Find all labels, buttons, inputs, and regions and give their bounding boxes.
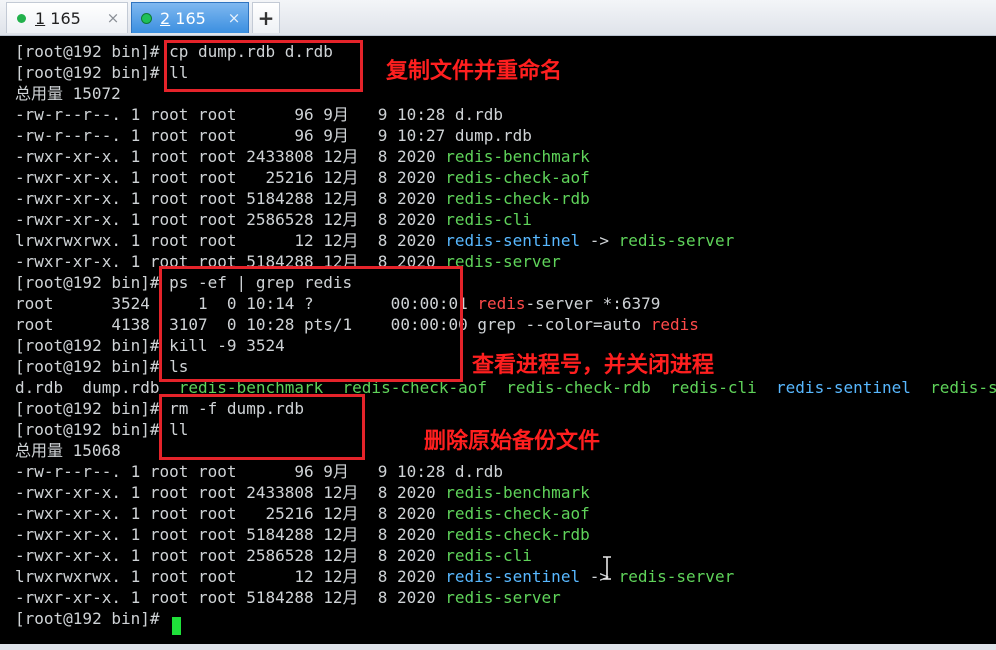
terminal-line: -rw-r--r--. 1 root root 96 9月 9 10:28 d.…: [15, 461, 503, 482]
terminal-line: -rwxr-xr-x. 1 root root 5184288 12月 8 20…: [15, 524, 590, 545]
terminal-line: 总用量 15072: [15, 83, 121, 104]
text-cursor-icon: [603, 556, 611, 580]
terminal-text-segment: redis-check-rdb: [445, 525, 590, 544]
terminal-text-segment: [root@192 bin]#: [15, 609, 170, 628]
highlight-box-delete: [159, 394, 365, 460]
terminal-text-segment: redis-check-rdb: [445, 189, 590, 208]
annotation-check-kill: 查看进程号，并关闭进程: [472, 353, 715, 378]
terminal-text-segment: -rwxr-xr-x. 1 root root 25216 12月 8 2020: [15, 168, 446, 187]
connected-dot-icon: [17, 13, 26, 23]
terminal-text-segment: -rwxr-xr-x. 1 root root 5184288 12月 8 20…: [15, 189, 446, 208]
terminal-cursor: [172, 617, 181, 635]
terminal-text-segment: lrwxrwxrwx. 1 root root 12 12月 8 2020: [15, 231, 446, 250]
terminal-text-segment: redis: [650, 315, 699, 334]
terminal-line: -rwxr-xr-x. 1 root root 2586528 12月 8 20…: [15, 545, 532, 566]
terminal-text-segment: -rwxr-xr-x. 1 root root 5184288 12月 8 20…: [15, 588, 446, 607]
terminal-text-segment: redis-server: [930, 378, 996, 397]
terminal-text-segment: ->: [580, 231, 619, 250]
terminal-line: 总用量 15068: [15, 440, 121, 461]
terminal-line: lrwxrwxrwx. 1 root root 12 12月 8 2020 re…: [15, 566, 734, 587]
terminal-text-segment: -rwxr-xr-x. 1 root root 2586528 12月 8 20…: [15, 210, 446, 229]
terminal-line: -rwxr-xr-x. 1 root root 2586528 12月 8 20…: [15, 209, 532, 230]
terminal-text-segment: redis-cli: [670, 378, 757, 397]
tab-session-2[interactable]: 2 165 ×: [131, 2, 249, 33]
terminal-line: -rwxr-xr-x. 1 root root 2433808 12月 8 20…: [15, 146, 590, 167]
terminal-text-segment: redis-server: [618, 231, 735, 250]
terminal-line: [root@192 bin]#: [15, 608, 169, 629]
terminal-text-segment: redis-server: [445, 588, 561, 607]
terminal-line: -rwxr-xr-x. 1 root root 25216 12月 8 2020…: [15, 503, 590, 524]
terminal-text-segment: redis-sentinel: [776, 378, 911, 397]
terminal-text-segment: -rw-r--r--. 1 root root 96 9月 9 10:28 d.…: [15, 462, 504, 481]
terminal-text-segment: [root@192 bin]# ll: [15, 63, 189, 82]
terminal-text-segment: -rwxr-xr-x. 1 root root 2586528 12月 8 20…: [15, 546, 446, 565]
window-bottom-border: [0, 644, 996, 650]
tab-index: 2: [160, 8, 171, 28]
terminal-line: -rwxr-xr-x. 1 root root 25216 12月 8 2020…: [15, 167, 590, 188]
annotation-copy-rename: 复制文件并重命名: [386, 59, 563, 84]
terminal-line: -rwxr-xr-x. 1 root root 2433808 12月 8 20…: [15, 482, 590, 503]
terminal-text-segment: -rwxr-xr-x. 1 root root 25216 12月 8 2020: [15, 504, 446, 523]
terminal-line: [root@192 bin]# ll: [15, 62, 188, 83]
terminal-text-segment: -rw-r--r--. 1 root root 96 9月 9 10:28 d.…: [15, 105, 504, 124]
terminal-text-segment: redis-check-aof: [445, 504, 590, 523]
terminal-text-segment: -rw-r--r--. 1 root root 96 9月 9 10:27 du…: [15, 126, 532, 145]
terminal-text-segment: redis: [477, 294, 526, 313]
terminal-text-segment: 总用量 15068: [15, 441, 121, 460]
terminal-text-segment: redis-sentinel: [445, 231, 581, 250]
terminal-text-segment: 总用量 15072: [15, 84, 121, 103]
tab-index: 1: [35, 8, 46, 28]
tab-host: 165: [175, 8, 206, 28]
close-icon[interactable]: ×: [103, 9, 123, 27]
terminal-text-segment: redis-benchmark: [445, 483, 590, 502]
terminal-line: -rwxr-xr-x. 1 root root 5184288 12月 8 20…: [15, 188, 590, 209]
terminal-text-segment: redis-check-rdb: [506, 378, 651, 397]
terminal-text-segment: redis-cli: [445, 546, 532, 565]
terminal-text-segment: -rwxr-xr-x. 1 root root 2433808 12月 8 20…: [15, 483, 446, 502]
highlight-box-copy: [164, 40, 363, 92]
terminal-text-segment: -server *:6379: [525, 294, 661, 313]
terminal-output[interactable]: [root@192 bin]# -rwxr-xr-x. 1 root root …: [0, 36, 996, 644]
terminal-text-segment: -rwxr-xr-x. 1 root root 5184288 12月 8 20…: [15, 525, 446, 544]
terminal-text-segment: redis-sentinel: [445, 567, 581, 586]
terminal-text-segment: redis-cli: [445, 210, 532, 229]
tab-bar: 1 165 × 2 165 × +: [0, 0, 996, 36]
highlight-box-process: [159, 266, 463, 382]
terminal-line: -rw-r--r--. 1 root root 96 9月 9 10:28 d.…: [15, 104, 503, 125]
tab-session-1[interactable]: 1 165 ×: [6, 2, 128, 33]
terminal-text-segment: lrwxrwxrwx. 1 root root 12 12月 8 2020: [15, 567, 446, 586]
terminal-text-segment: redis-benchmark: [445, 147, 590, 166]
terminal-line: -rwxr-xr-x. 1 root root 5184288 12月 8 20…: [15, 587, 561, 608]
terminal-line: -rw-r--r--. 1 root root 96 9月 9 10:27 du…: [15, 125, 532, 146]
tab-host: 165: [50, 8, 81, 28]
terminal-line: lrwxrwxrwx. 1 root root 12 12月 8 2020 re…: [15, 230, 734, 251]
tab-title: 2 165: [160, 9, 224, 28]
terminal-text-segment: redis-check-aof: [445, 168, 590, 187]
close-icon[interactable]: ×: [224, 9, 244, 27]
terminal-text-segment: -rwxr-xr-x. 1 root root 2433808 12月 8 20…: [15, 147, 446, 166]
terminal-text-segment: ->: [580, 567, 619, 586]
terminal-text-segment: d.rdb dump.rdb: [15, 378, 179, 397]
new-tab-button[interactable]: +: [252, 2, 280, 33]
tab-title: 1 165: [35, 9, 103, 28]
terminal-text-segment: redis-server: [618, 567, 735, 586]
annotation-delete-backup: 删除原始备份文件: [424, 429, 601, 454]
connected-dot-icon: [142, 13, 151, 23]
